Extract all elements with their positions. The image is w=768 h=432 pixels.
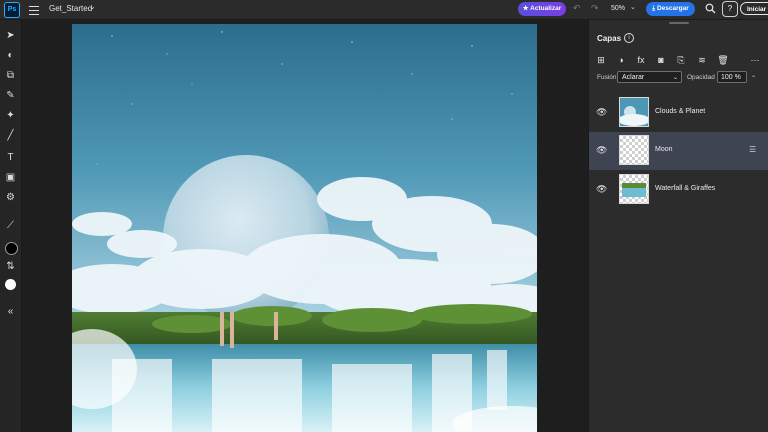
opacity-input[interactable]: 100 % [717, 71, 747, 83]
more-options-icon[interactable]: ⋯ [749, 54, 761, 66]
layer-row[interactable]: 👁 Clouds & Planet [589, 94, 768, 132]
download-label: Descargar [656, 5, 689, 12]
layer-row[interactable]: 👁 Waterfall & Giraffes [589, 171, 768, 209]
redo-icon[interactable]: ↷ [591, 3, 599, 14]
layer-name: Waterfall & Giraffes [655, 185, 716, 192]
chevron-down-icon[interactable]: ⌄ [630, 3, 636, 11]
brush-tool-icon[interactable]: ╱ [3, 128, 18, 143]
clipping-mask-icon[interactable]: ⎘ [675, 54, 687, 66]
document-canvas[interactable] [72, 24, 537, 432]
photoshop-logo[interactable]: Ps [4, 2, 20, 18]
add-layer-icon[interactable]: ⊞ [595, 54, 607, 66]
panel-grip[interactable] [669, 22, 689, 24]
chevron-down-icon[interactable]: ⌄ [89, 2, 96, 11]
blend-mode-select[interactable]: Aclarar ⌄ [617, 71, 682, 83]
healing-tool-icon[interactable]: ✦ [3, 108, 18, 123]
chevron-down-icon[interactable]: ⌄ [751, 72, 756, 79]
signin-button[interactable]: Iniciar se [740, 2, 768, 15]
info-icon[interactable]: i [624, 33, 634, 43]
foreground-color-swatch[interactable] [5, 242, 18, 255]
undo-icon[interactable]: ↶ [573, 3, 581, 14]
update-label: Actualizar [530, 5, 562, 12]
delete-icon[interactable]: 🗑 [717, 54, 729, 66]
layer-properties-icon[interactable]: ☰ [749, 145, 756, 154]
layer-thumbnail [619, 97, 649, 127]
collapse-toolbar-icon[interactable]: « [3, 304, 18, 319]
panel-title: Capas [597, 34, 622, 43]
background-color-swatch[interactable] [5, 279, 16, 290]
layer-row[interactable]: 👁 Moon ☰ [589, 132, 768, 170]
layers-panel: Capas i ⊞ ◑ fx ◙ ⎘ ≋ 🗑 ⋯ Fusión Aclarar … [588, 20, 768, 432]
zoom-level[interactable]: 50% [611, 5, 625, 12]
document-name[interactable]: Get_Started [49, 4, 92, 13]
star-icon: ★ [522, 5, 529, 12]
top-bar: Ps Get_Started ⌄ ★ Actualizar ↶ ↷ 50% ⌄ … [0, 0, 768, 20]
help-button[interactable]: ? [722, 1, 738, 17]
layer-thumbnail [619, 135, 649, 165]
search-icon[interactable] [705, 3, 717, 15]
blend-label: Fusión [597, 74, 617, 81]
eye-icon[interactable]: 👁 [596, 107, 608, 117]
download-icon: ⤓ [652, 5, 656, 12]
opacity-label: Opacidad [687, 74, 715, 81]
selection-tool-icon[interactable]: ◐ [3, 48, 18, 63]
menu-icon[interactable] [29, 3, 39, 15]
type-tool-icon[interactable]: T [3, 150, 18, 165]
eye-icon[interactable]: 👁 [596, 145, 608, 155]
canvas-artwork [72, 24, 537, 432]
download-button[interactable]: ⤓ Descargar [646, 2, 695, 16]
layer-stack-icon[interactable]: ≋ [696, 54, 708, 66]
layer-thumbnail [619, 174, 649, 204]
crop-tool-icon[interactable]: ⧉ [3, 68, 18, 83]
update-button[interactable]: ★ Actualizar [518, 2, 566, 16]
effects-icon[interactable]: fx [635, 54, 647, 66]
swap-colors-icon[interactable]: ⇅ [3, 259, 18, 274]
layer-name: Clouds & Planet [655, 108, 706, 115]
tools-sidebar: ➤ ◐ ⧉ ✎ ✦ ╱ T ▣ ⚙ ⟋ ⇅ « [0, 20, 22, 432]
layer-name: Moon [655, 146, 673, 153]
retouch-tool-icon[interactable]: ✎ [3, 88, 18, 103]
move-tool-icon[interactable]: ➤ [3, 28, 18, 43]
adjustment-tool-icon[interactable]: ⚙ [3, 190, 18, 205]
chevron-down-icon: ⌄ [672, 75, 678, 81]
eye-icon[interactable]: 👁 [596, 184, 608, 194]
mask-icon[interactable]: ◙ [655, 54, 667, 66]
shape-tool-icon[interactable]: ▣ [3, 170, 18, 185]
blend-mode-value: Aclarar [622, 74, 645, 81]
adjustment-layer-icon[interactable]: ◑ [615, 54, 627, 66]
eyedropper-tool-icon[interactable]: ⟋ [3, 218, 18, 233]
